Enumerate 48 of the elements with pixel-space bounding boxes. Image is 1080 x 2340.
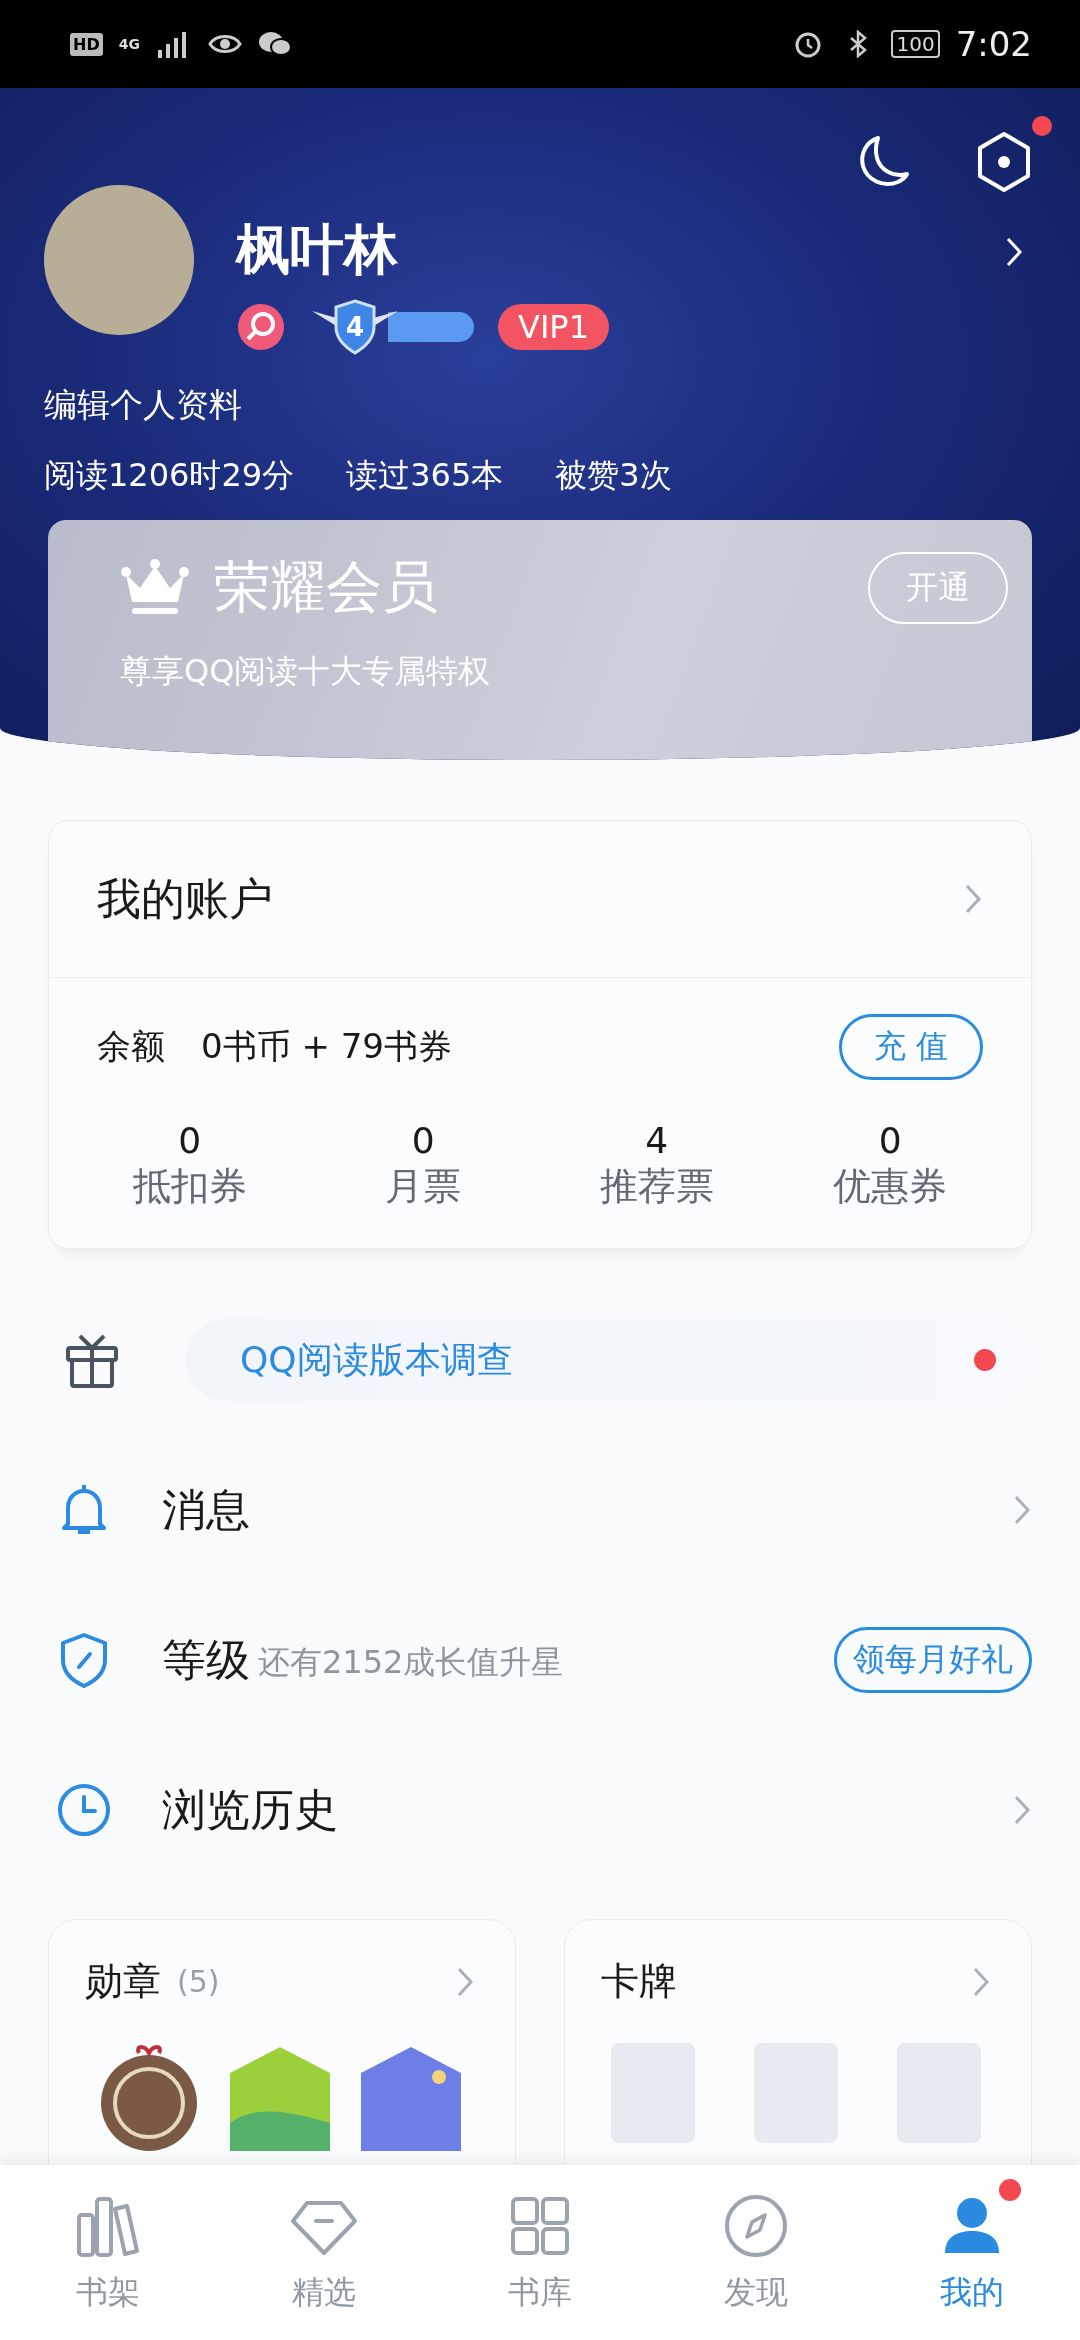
menu-item[interactable]: 消息 bbox=[162, 1480, 250, 1540]
ticket-label[interactable]: 月票 bbox=[385, 1161, 462, 1212]
chevron-right-icon bbox=[455, 1965, 475, 1998]
ticket-count: 4 bbox=[645, 1120, 669, 1161]
ticket-label[interactable]: 优惠券 bbox=[833, 1161, 948, 1212]
hd-label: HD bbox=[70, 32, 103, 56]
recharge-button[interactable]: 充 值 bbox=[838, 1014, 983, 1080]
nav-tab[interactable]: 我的 bbox=[864, 2165, 1080, 2340]
card-count: (5) bbox=[177, 1964, 220, 1999]
nav-tab[interactable]: 书库 bbox=[432, 2165, 648, 2340]
membership-subtitle: 尊享QQ阅读十大专属特权 bbox=[120, 651, 492, 693]
clock-time: 7:02 bbox=[955, 24, 1032, 64]
battery-indicator: 100 bbox=[891, 30, 940, 58]
menu-item[interactable]: 等级 bbox=[162, 1630, 250, 1690]
level-progress-note: 还有2152成长值升星 bbox=[258, 1642, 564, 1683]
membership-title: 荣耀会员 bbox=[214, 553, 438, 622]
chevron-right-icon bbox=[971, 1965, 991, 1998]
magnifier-badge-icon bbox=[236, 302, 286, 353]
reading-stat: 被赞3次 bbox=[555, 455, 672, 497]
nav-tab[interactable]: 书架 bbox=[0, 2165, 216, 2340]
chevron-right-icon bbox=[963, 883, 983, 915]
card-title: 卡牌 bbox=[601, 1958, 677, 2005]
reading-stat: 阅读1206时29分 bbox=[44, 455, 295, 497]
balance-value: 0书币 + 79书券 bbox=[201, 1025, 452, 1068]
chevron-right-icon bbox=[1012, 1794, 1032, 1826]
balance-label: 余额 bbox=[97, 1025, 165, 1068]
nav-tab[interactable]: 精选 bbox=[216, 2165, 432, 2340]
collection-card[interactable]: 勋章 (5) bbox=[48, 1919, 516, 2165]
chevron-right-icon bbox=[1012, 1494, 1032, 1526]
monthly-gift-button[interactable]: 领每月好礼 bbox=[834, 1627, 1032, 1693]
account-title[interactable]: 我的账户 bbox=[97, 869, 273, 929]
ticket-count: 0 bbox=[411, 1120, 435, 1161]
ticket-count: 0 bbox=[878, 1120, 902, 1161]
reading-stat: 读过365本 bbox=[346, 455, 504, 497]
network-label: 4G bbox=[118, 36, 140, 52]
edit-profile-link[interactable]: 编辑个人资料 bbox=[44, 383, 1036, 429]
vip-badge: VIP1 bbox=[498, 304, 609, 351]
survey-link[interactable]: QQ阅读版本调查 bbox=[240, 1335, 513, 1385]
ticket-count: 0 bbox=[178, 1120, 202, 1161]
ticket-label[interactable]: 推荐票 bbox=[599, 1161, 714, 1212]
nav-tab[interactable]: 发现 bbox=[648, 2165, 864, 2340]
collection-card[interactable]: 卡牌 bbox=[564, 1919, 1032, 2165]
level-badge: 4 bbox=[310, 297, 474, 358]
card-title: 勋章 bbox=[85, 1958, 161, 2005]
chevron-right-icon bbox=[1004, 236, 1024, 268]
user-name: 枫叶林 bbox=[236, 220, 399, 280]
menu-item[interactable]: 浏览历史 bbox=[162, 1780, 338, 1840]
ticket-label[interactable]: 抵扣券 bbox=[132, 1161, 247, 1212]
